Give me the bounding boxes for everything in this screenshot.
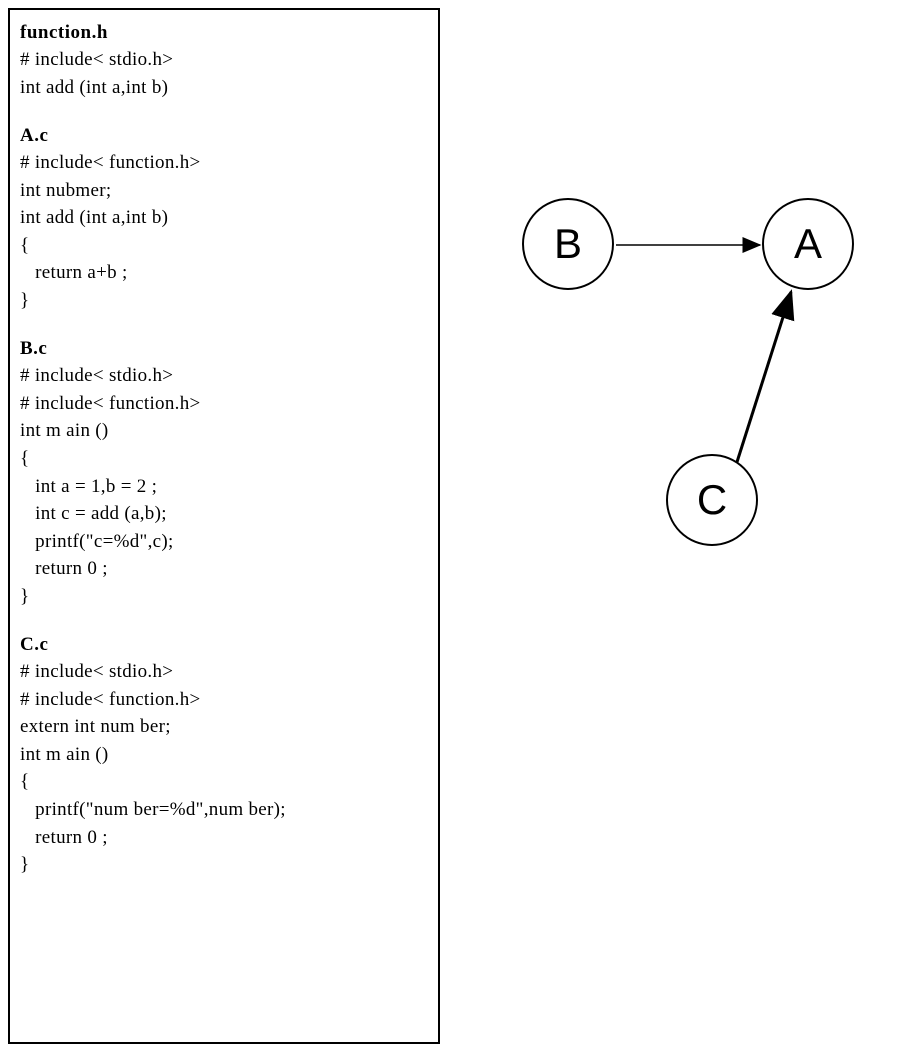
file-b-c: B.c # include< stdio.h> # include< funct… — [20, 338, 428, 610]
code-line: printf("c=%d",c); — [20, 528, 428, 556]
file-title: C.c — [20, 634, 428, 656]
code-line: { — [20, 232, 428, 260]
code-line: # include< stdio.h> — [20, 658, 428, 686]
code-line: } — [20, 287, 428, 315]
file-a-c: A.c # include< function.h> int nubmer; i… — [20, 125, 428, 314]
node-label: B — [554, 220, 582, 268]
file-function-h: function.h # include< stdio.h> int add (… — [20, 22, 428, 101]
code-line: return 0 ; — [20, 555, 428, 583]
code-line: int c = add (a,b); — [20, 500, 428, 528]
code-line: # include< function.h> — [20, 149, 428, 177]
node-label: C — [697, 476, 727, 524]
file-title: A.c — [20, 125, 428, 147]
graph-node-b: B — [522, 198, 614, 290]
code-line: int add (int a,int b) — [20, 74, 428, 102]
graph-node-c: C — [666, 454, 758, 546]
code-line: int a = 1,b = 2 ; — [20, 473, 428, 501]
code-line: return a+b ; — [20, 259, 428, 287]
file-title: function.h — [20, 22, 428, 44]
code-line: # include< function.h> — [20, 390, 428, 418]
file-title: B.c — [20, 338, 428, 360]
node-label: A — [794, 220, 822, 268]
code-line: extern int num ber; — [20, 713, 428, 741]
dependency-graph: B A C — [480, 190, 900, 610]
code-line: int m ain () — [20, 417, 428, 445]
code-line: { — [20, 445, 428, 473]
file-c-c: C.c # include< stdio.h> # include< funct… — [20, 634, 428, 878]
code-line: # include< stdio.h> — [20, 362, 428, 390]
code-line: int m ain () — [20, 741, 428, 769]
code-line: int nubmer; — [20, 177, 428, 205]
code-line: } — [20, 583, 428, 611]
code-line: printf("num ber=%d",num ber); — [20, 796, 428, 824]
code-line: int add (int a,int b) — [20, 204, 428, 232]
code-line: # include< function.h> — [20, 686, 428, 714]
graph-node-a: A — [762, 198, 854, 290]
code-box: function.h # include< stdio.h> int add (… — [8, 8, 440, 1044]
code-line: return 0 ; — [20, 824, 428, 852]
code-line: # include< stdio.h> — [20, 46, 428, 74]
code-line: { — [20, 768, 428, 796]
code-line: } — [20, 851, 428, 879]
edge-c-to-a — [737, 292, 791, 462]
